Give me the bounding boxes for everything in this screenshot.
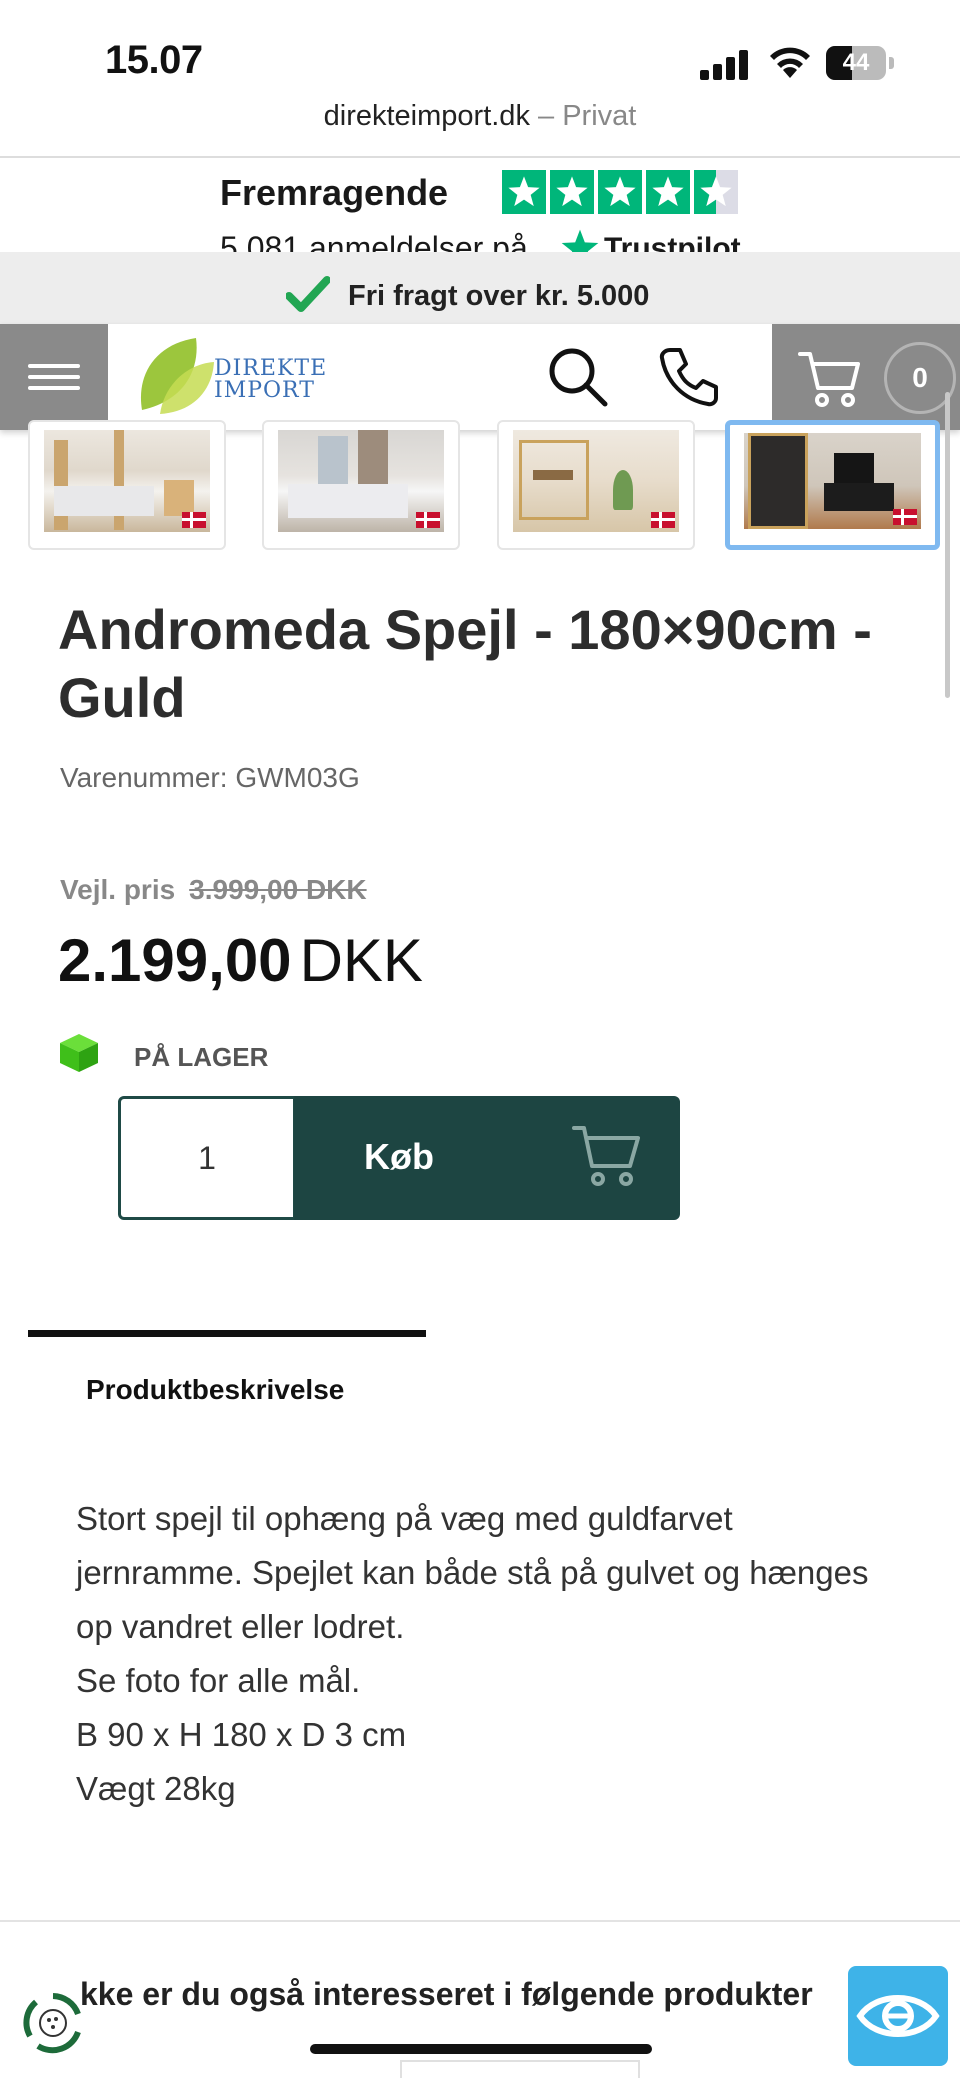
sku-label: Varenummer:: [60, 762, 228, 793]
danish-flag-icon: [651, 512, 675, 528]
rrp-value: 3.999,00 DKK: [189, 874, 367, 905]
recycle-badge-icon[interactable]: [18, 1988, 88, 2058]
address-bar[interactable]: direkteimport.dk – Privat: [0, 100, 960, 158]
shipping-text: Fri fragt over kr. 5.000: [348, 280, 650, 312]
thumbnail-3[interactable]: [497, 420, 695, 550]
cart-button[interactable]: 0: [772, 324, 960, 430]
recommended-price: Vejl. pris 3.999,00 DKK: [60, 874, 367, 906]
star-icon: [502, 170, 546, 214]
related-product-card[interactable]: [400, 2060, 640, 2078]
leaf-logo-icon: [140, 338, 214, 414]
star-icon: [598, 170, 642, 214]
rrp-label: Vejl. pris: [60, 874, 176, 905]
cart-icon: [572, 1126, 640, 1186]
phone-icon[interactable]: [656, 344, 722, 410]
description-line: Vægt 28kg: [76, 1770, 236, 1807]
price-amount: 2.199,00: [58, 927, 292, 994]
description-line: Se foto for alle mål.: [76, 1662, 361, 1699]
site-logo[interactable]: DIREKTE IMPORT: [136, 334, 336, 420]
buy-button[interactable]: Køb: [294, 1096, 680, 1220]
star-icon: [550, 170, 594, 214]
thumbnail-2[interactable]: [262, 420, 460, 550]
buy-label: Køb: [364, 1136, 434, 1177]
gallery-thumbnails: [0, 420, 960, 566]
box-in-stock-icon: [60, 1034, 98, 1072]
battery-level: 44: [842, 49, 870, 76]
scrollbar[interactable]: [945, 392, 950, 698]
danish-flag-icon: [893, 509, 917, 525]
section-divider: [0, 1920, 960, 1922]
product-title: Andromeda Spejl - 180×90cm - Guld: [58, 598, 872, 729]
product-price: 2.199,00 DKK: [58, 926, 423, 995]
search-icon[interactable]: [545, 344, 611, 410]
danish-flag-icon: [182, 512, 206, 528]
checkmark-icon: [286, 276, 330, 312]
sku-value: GWM03G: [235, 762, 360, 793]
cart-icon: [798, 352, 860, 407]
url-domain: direkteimport.dk: [323, 100, 530, 132]
tab-product-description[interactable]: Produktbeskrivelse: [86, 1374, 344, 1406]
thumbnail-1[interactable]: [28, 420, 226, 550]
menu-button[interactable]: [0, 324, 108, 430]
thumbnail-4-active[interactable]: [725, 420, 940, 550]
tab-active-indicator: [28, 1330, 426, 1337]
price-currency: DKK: [299, 927, 423, 994]
description-line: B 90 x H 180 x D 3 cm: [76, 1716, 407, 1753]
stock-text: PÅ LAGER: [134, 1042, 269, 1072]
logo-text-line2: IMPORT: [214, 378, 315, 403]
status-time: 15.07: [105, 38, 203, 82]
status-bar: 15.07 44: [0, 0, 960, 100]
wifi-icon: [770, 47, 810, 78]
danish-flag-icon: [416, 512, 440, 528]
battery-icon: 44: [826, 46, 894, 80]
accessibility-eye-button[interactable]: [848, 1966, 948, 2066]
url-separator: –: [529, 100, 563, 132]
private-mode-label: Privat: [562, 100, 637, 132]
half-star-icon: [694, 170, 738, 214]
trustpilot-widget[interactable]: Fremragende 5.081 anmeldelser på Trustpi…: [0, 158, 960, 266]
site-header: DIREKTE IMPORT 0: [0, 324, 960, 430]
star-icon: [646, 170, 690, 214]
cellular-signal-icon: [700, 50, 750, 80]
quantity-input[interactable]: 1: [118, 1096, 296, 1220]
product-sku: Varenummer: GWM03G: [60, 762, 360, 794]
eye-icon: [856, 1995, 940, 2037]
description-paragraph: Stort spejl til ophæng på væg med guldfa…: [76, 1500, 869, 1645]
related-products-heading: kke er du også interesseret i følgende p…: [80, 1976, 813, 2012]
trust-rating-label: Fremragende: [220, 172, 449, 213]
product-description: Stort spejl til ophæng på væg med guldfa…: [76, 1492, 876, 1816]
home-indicator[interactable]: [310, 2044, 652, 2054]
